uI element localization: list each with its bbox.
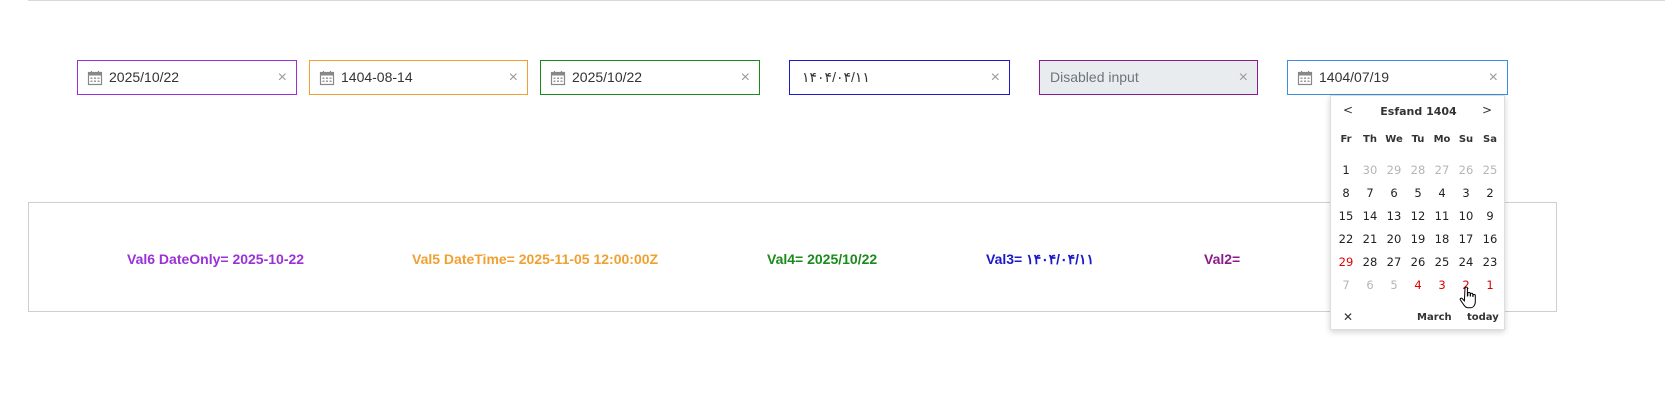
close-icon[interactable]: ✕ xyxy=(1343,310,1353,324)
weekday-label: Tu xyxy=(1411,134,1425,145)
calendar-day[interactable]: 11 xyxy=(1430,209,1454,223)
values-panel: Val6 DateOnly= 2025-10-22 Val5 DateTime=… xyxy=(28,202,1557,312)
calendar-day[interactable]: 8 xyxy=(1334,186,1358,200)
month-link[interactable]: March xyxy=(1417,312,1452,323)
calendar-day[interactable]: 1 xyxy=(1478,278,1502,292)
calendar-day[interactable]: 29 xyxy=(1334,255,1358,269)
weekday-label: Fr xyxy=(1340,134,1352,145)
calendar-day[interactable]: 17 xyxy=(1454,232,1478,246)
calendar-day[interactable]: 29 xyxy=(1382,163,1406,177)
weekday-label: Sa xyxy=(1483,134,1497,145)
calendar-day[interactable]: 21 xyxy=(1358,232,1382,246)
calendar-day[interactable]: 24 xyxy=(1454,255,1478,269)
calendar-day[interactable]: 28 xyxy=(1358,255,1382,269)
calendar-day[interactable]: 9 xyxy=(1478,209,1502,223)
weekday-label: Mo xyxy=(1433,134,1451,145)
calendar-day[interactable]: 18 xyxy=(1430,232,1454,246)
top-divider xyxy=(28,0,1665,1)
calendar-day[interactable]: 5 xyxy=(1382,278,1406,292)
calendar-day[interactable]: 19 xyxy=(1406,232,1430,246)
next-month-button[interactable]: > xyxy=(1482,103,1492,117)
calendar-day[interactable]: 12 xyxy=(1406,209,1430,223)
date-input-disabled: Disabled input × xyxy=(1039,60,1258,95)
clear-icon[interactable]: × xyxy=(1489,61,1498,94)
val2-text: Val2= xyxy=(1204,251,1241,267)
weekday-label: Th xyxy=(1363,134,1377,145)
calendar-day[interactable]: 7 xyxy=(1358,186,1382,200)
calendar-day[interactable]: 4 xyxy=(1430,186,1454,200)
calendar-day[interactable]: 13 xyxy=(1382,209,1406,223)
date-input-value[interactable]: ۱۴۰۴/۰۴/۱۱ xyxy=(802,61,870,94)
weekday-label: We xyxy=(1385,134,1403,145)
clear-icon: × xyxy=(1238,69,1248,86)
date-input-val5[interactable]: 1404-08-14 × xyxy=(309,60,528,95)
calendar-day[interactable]: 14 xyxy=(1358,209,1382,223)
calendar-day[interactable]: 26 xyxy=(1406,255,1430,269)
calendar-day[interactable]: 10 xyxy=(1454,209,1478,223)
calendar-icon[interactable] xyxy=(550,70,566,86)
hand-cursor-icon xyxy=(1459,286,1476,309)
clear-icon[interactable]: × xyxy=(741,61,750,94)
calendar-day[interactable]: 26 xyxy=(1454,163,1478,177)
calendar-day[interactable]: 5 xyxy=(1406,186,1430,200)
calendar-day[interactable]: 22 xyxy=(1334,232,1358,246)
date-input-value[interactable]: 2025/10/22 xyxy=(572,61,642,94)
date-input-value[interactable]: 1404/07/19 xyxy=(1319,61,1389,94)
date-input-value[interactable]: 2025/10/22 xyxy=(109,61,179,94)
calendar-icon[interactable] xyxy=(87,70,103,86)
date-input-val6[interactable]: 2025/10/22 × xyxy=(77,60,297,95)
disabled-input-placeholder: Disabled input xyxy=(1050,69,1139,85)
date-input-val3[interactable]: ۱۴۰۴/۰۴/۱۱ × xyxy=(789,60,1010,95)
calendar-day[interactable]: 20 xyxy=(1382,232,1406,246)
calendar-day[interactable]: 3 xyxy=(1430,278,1454,292)
calendar-day[interactable]: 28 xyxy=(1406,163,1430,177)
calendar-day[interactable]: 15 xyxy=(1334,209,1358,223)
val4-text: Val4= 2025/10/22 xyxy=(767,251,878,267)
calendar-day[interactable]: 27 xyxy=(1382,255,1406,269)
clear-icon[interactable]: × xyxy=(509,61,518,94)
calendar-day[interactable]: 4 xyxy=(1406,278,1430,292)
calendar-icon[interactable] xyxy=(319,70,335,86)
calendar-day[interactable]: 27 xyxy=(1430,163,1454,177)
date-input-val1[interactable]: 1404/07/19 × xyxy=(1287,60,1508,95)
val3-text: Val3= ۱۴۰۴/۰۴/۱۱ xyxy=(986,251,1095,267)
val6-text: Val6 DateOnly= 2025-10-22 xyxy=(127,251,305,267)
calendar-day[interactable]: 1 xyxy=(1334,163,1358,177)
calendar-day[interactable]: 25 xyxy=(1478,163,1502,177)
clear-icon[interactable]: × xyxy=(278,61,287,94)
calendar-day[interactable]: 6 xyxy=(1382,186,1406,200)
clear-icon[interactable]: × xyxy=(991,61,1000,94)
calendar-day[interactable]: 23 xyxy=(1478,255,1502,269)
month-title[interactable]: Esfand 1404 xyxy=(1331,105,1506,118)
val5-text: Val5 DateTime= 2025-11-05 12:00:00Z xyxy=(412,251,659,267)
calendar-icon[interactable] xyxy=(1297,70,1313,86)
date-input-value[interactable]: 1404-08-14 xyxy=(341,61,413,94)
calendar-day[interactable]: 2 xyxy=(1478,186,1502,200)
calendar-day[interactable]: 16 xyxy=(1478,232,1502,246)
calendar-day[interactable]: 30 xyxy=(1358,163,1382,177)
calendar-day[interactable]: 3 xyxy=(1454,186,1478,200)
calendar-day[interactable]: 7 xyxy=(1334,278,1358,292)
date-input-val4[interactable]: 2025/10/22 × xyxy=(540,60,760,95)
weekday-label: Su xyxy=(1458,134,1474,145)
calendar-day[interactable]: 6 xyxy=(1358,278,1382,292)
today-button[interactable]: today xyxy=(1467,312,1499,323)
calendar-day[interactable]: 25 xyxy=(1430,255,1454,269)
